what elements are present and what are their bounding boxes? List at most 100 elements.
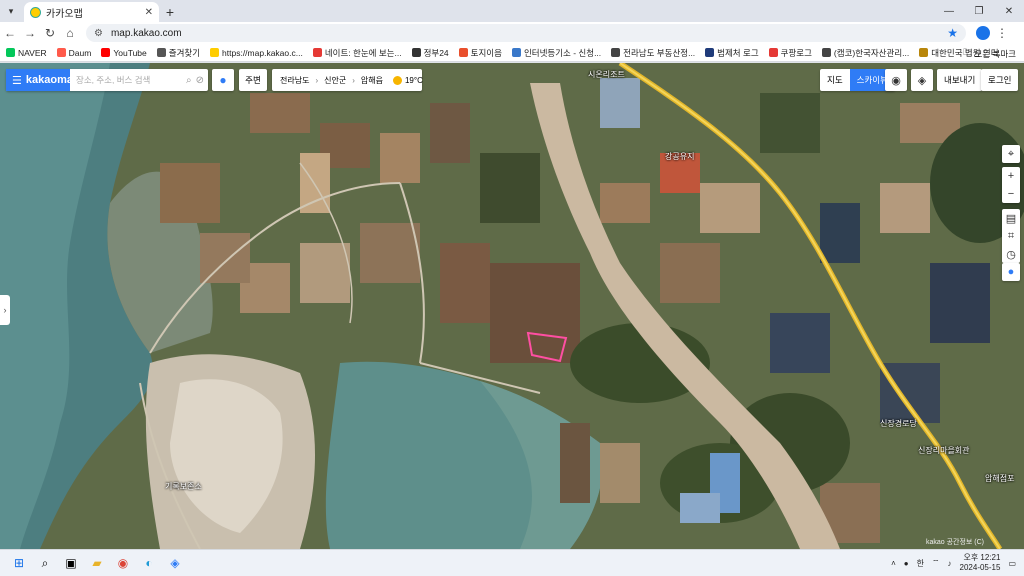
bookmark-item[interactable]: 네이트: 한눈에 보는... (312, 47, 402, 59)
history-icon[interactable]: ◷ (1002, 245, 1020, 263)
site-info-icon[interactable]: ⚙ (94, 28, 103, 39)
location-pin-button[interactable]: ● (212, 69, 234, 91)
panel-expand-handle[interactable]: › (0, 295, 10, 325)
roadview-button[interactable]: ◉ (885, 69, 907, 91)
all-bookmarks-folder[interactable]: 🗀 모든 북마크 (963, 47, 1016, 61)
chevron-right-icon: › (315, 75, 319, 85)
bookmark-item[interactable]: NAVER (6, 48, 47, 58)
chevron-up-icon[interactable]: ˄ (891, 559, 896, 568)
map-type-toggle: 지도 스카이뷰 (820, 69, 895, 91)
forward-button[interactable]: → (20, 23, 40, 43)
bookmark-item[interactable]: 즐겨찾기 (156, 47, 201, 59)
map-copyright: kakao 공간정보 (C) (925, 539, 984, 546)
bookmark-label: 네이트: 한눈에 보는... (324, 47, 402, 58)
bookmark-item[interactable]: 정부24 (411, 47, 449, 59)
share-button[interactable]: 내보내기 (937, 69, 983, 91)
bookmark-item[interactable]: 전라남도 부동산정... (611, 47, 695, 59)
bookmark-item[interactable]: 쿠팡로그 (768, 47, 812, 59)
tab-close-icon[interactable]: ✕ (145, 7, 153, 18)
search-icon[interactable]: ⌕ (186, 75, 196, 86)
clock[interactable]: 오후 12:21 2024-05-15 (960, 553, 1001, 573)
kakaomap-logo[interactable]: ☰ kakaomap (6, 69, 80, 91)
address-bar[interactable]: ⚙ map.kakao.com ★ (86, 24, 966, 42)
login-button[interactable]: 로그인 (981, 69, 1019, 91)
place-label[interactable]: 신장경로당 (880, 418, 917, 429)
task-view-icon[interactable]: ▣ (60, 552, 82, 574)
clock-date: 2024-05-15 (959, 563, 1001, 572)
tab-title: 카카오맵 (46, 8, 83, 20)
bookmark-item[interactable]: https://map.kakao.c... (210, 48, 303, 58)
bookmark-item[interactable]: YouTube (101, 48, 147, 58)
menu-icon[interactable]: ☰ (12, 74, 22, 87)
bookmark-item[interactable]: 토지이음 (458, 47, 502, 59)
bookmark-item[interactable]: 인터넷등기소 - 신청... (511, 47, 601, 59)
notification-icon[interactable]: ▭ (1008, 559, 1016, 568)
chevron-right-icon: › (352, 75, 355, 85)
weather-temp: 19°C (404, 75, 423, 85)
bookmark-label: 전라남도 부동산정... (623, 47, 696, 58)
search-icon[interactable]: ⌕ (34, 552, 56, 574)
map-pin-icon[interactable]: ● (1002, 263, 1020, 281)
weather-widget[interactable]: 19°C (392, 75, 423, 85)
bookmark-item[interactable]: Daum (56, 47, 92, 58)
profile-avatar[interactable] (976, 26, 990, 40)
start-button[interactable]: ⊞ (8, 552, 30, 574)
nearby-button[interactable]: 주변 (239, 69, 267, 91)
breadcrumb-county[interactable]: 신안군 (324, 75, 346, 86)
url-text[interactable]: map.kakao.com (111, 28, 939, 39)
network-icon[interactable]: ⌔ (932, 558, 940, 568)
browser-tab[interactable]: 카카오맵 ✕ (24, 2, 159, 22)
print-icon[interactable]: ▤ (1002, 209, 1020, 227)
place-label[interactable]: 압해점포 (985, 473, 1014, 484)
bookmark-favicon-icon (56, 48, 66, 57)
bookmark-item[interactable]: (캠코)한국자산관리... (821, 47, 909, 59)
tab-search-button[interactable]: ▾ (0, 0, 22, 22)
bookmark-favicon-icon (101, 48, 111, 57)
breadcrumb-town[interactable]: 압해읍 (361, 75, 383, 86)
zoom-out-button[interactable]: − (1002, 185, 1020, 203)
place-label[interactable]: 시온리조트 (588, 69, 625, 80)
place-label[interactable]: 강공유지 (665, 151, 694, 162)
clear-icon[interactable]: ⊘ (196, 75, 208, 86)
browser-menu-icon[interactable]: ⋮ (996, 26, 1008, 40)
my-location-icon[interactable]: ⌖ (1002, 145, 1020, 163)
ime-indicator[interactable]: 한 (917, 558, 924, 569)
measure-icon[interactable]: ⌗ (1002, 227, 1020, 245)
bookmark-favicon-icon (821, 48, 831, 57)
breadcrumb-province[interactable]: 전라남도 (280, 75, 309, 86)
close-window-button[interactable]: ✕ (994, 0, 1024, 22)
zoom-in-button[interactable]: + (1002, 167, 1020, 185)
roadview-icon: ◉ (891, 74, 901, 87)
chrome-icon[interactable]: ◉ (112, 552, 134, 574)
search-input[interactable]: 장소, 주소, 버스 검색 (70, 74, 186, 86)
app-tray-icon[interactable]: ● (904, 559, 909, 568)
reload-button[interactable]: ↻ (40, 23, 60, 43)
bookmark-label: 즐겨찾기 (168, 47, 201, 58)
app-icon[interactable]: ◈ (164, 552, 186, 574)
bookmark-label: Daum (68, 47, 92, 58)
place-label[interactable]: 신장리마을회관 (918, 445, 970, 456)
bookmark-star-icon[interactable]: ★ (947, 26, 958, 40)
bookmark-favicon-icon (210, 48, 220, 57)
windows-taskbar: ⊞ ⌕ ▣ ▰ ◉ ◐ ◈ ˄ ● 한 ⌔ ♪ 오후 12:21 2024-05… (0, 549, 1024, 576)
all-bookmarks-label: 모든 북마크 (974, 49, 1016, 59)
restore-button[interactable]: ❐ (964, 0, 994, 22)
map-type-map[interactable]: 지도 (820, 69, 850, 91)
edge-icon[interactable]: ◐ (138, 552, 160, 574)
map-search-box: ☰ kakaomap 장소, 주소, 버스 검색 ⌕ ⊘ (6, 69, 208, 91)
file-explorer-icon[interactable]: ▰ (86, 552, 108, 574)
layers-button[interactable]: ◈ (911, 69, 933, 91)
bookmark-favicon-icon (768, 48, 778, 57)
volume-icon[interactable]: ♪ (948, 559, 952, 568)
map-view[interactable]: 시온리조트 강공유지 기록보존소 신장경로당 신장리마을회관 압해점포 ☰ ka… (0, 63, 1024, 549)
new-tab-button[interactable]: + (159, 2, 181, 22)
bookmark-favicon-icon (458, 48, 468, 57)
back-button[interactable]: ← (0, 23, 20, 43)
bookmark-item[interactable]: 범제처 로그 (705, 47, 759, 59)
satellite-imagery (0, 63, 1024, 549)
home-button[interactable]: ⌂ (60, 23, 80, 43)
minimize-button[interactable]: — (934, 0, 964, 22)
bookmark-favicon-icon (919, 48, 929, 57)
bookmark-label: https://map.kakao.c... (222, 47, 303, 58)
place-label[interactable]: 기록보존소 (165, 481, 202, 492)
